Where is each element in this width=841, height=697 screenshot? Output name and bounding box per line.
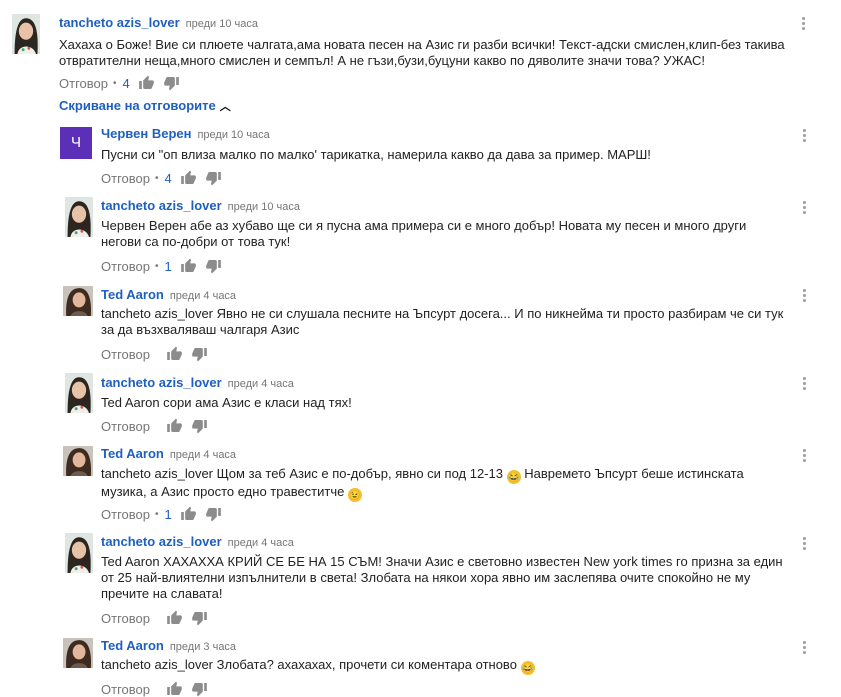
avatar[interactable] xyxy=(63,446,93,476)
comment-text: tancheto azis_lover Щом за теб Азис е по… xyxy=(101,466,789,502)
hide-replies-label: Скриване на отговорите xyxy=(59,98,216,113)
author-name[interactable]: Червен Верен xyxy=(101,126,191,141)
comment-header: Ted Aaron преди 4 часа xyxy=(101,287,236,302)
author-name[interactable]: Ted Aaron xyxy=(101,287,164,302)
timestamp[interactable]: преди 10 часа xyxy=(186,18,258,30)
timestamp[interactable]: преди 10 часа xyxy=(197,129,269,141)
comment-header: tancheto azis_lover преди 10 часа xyxy=(101,198,300,213)
separator-dot: • xyxy=(154,508,159,520)
timestamp[interactable]: преди 4 часа xyxy=(228,537,294,549)
thumb-down-icon[interactable] xyxy=(191,346,208,362)
reply-button[interactable]: Отговор xyxy=(101,259,150,274)
comment-text: Червен Верен абе аз хубаво ще си я пусна… xyxy=(101,218,747,249)
thumb-down-icon[interactable] xyxy=(191,610,208,626)
avatar[interactable]: Ч xyxy=(60,127,92,159)
thumb-up-icon[interactable] xyxy=(180,506,197,522)
separator-dot: • xyxy=(154,260,159,272)
avatar[interactable] xyxy=(63,638,93,668)
avatar[interactable] xyxy=(65,197,93,237)
timestamp[interactable]: преди 4 часа xyxy=(170,290,236,302)
comment-actions: Отговор • 1 xyxy=(101,258,230,274)
more-actions-icon[interactable] xyxy=(803,289,807,305)
comment-actions: Отговор xyxy=(101,681,216,697)
comment-text-part: tancheto azis_lover Щом за теб Азис е по… xyxy=(101,466,503,481)
reply-button[interactable]: Отговор xyxy=(101,419,150,434)
thumb-up-icon[interactable] xyxy=(138,75,155,91)
reply-button[interactable]: Отговор xyxy=(59,76,108,91)
comment-header: tancheto azis_lover преди 4 часа xyxy=(101,534,294,549)
comment-text: Ted Aaron сори ама Азис е класи над тях! xyxy=(101,395,352,410)
thumb-up-icon[interactable] xyxy=(166,681,183,697)
comment-header: Червен Верен преди 10 часа xyxy=(101,126,270,141)
comment-header: Ted Aaron преди 4 часа xyxy=(101,446,236,461)
author-name[interactable]: tancheto azis_lover xyxy=(101,375,222,390)
comment-header: tancheto azis_lover преди 10 часа xyxy=(59,15,258,30)
thumb-up-icon[interactable] xyxy=(166,610,183,626)
reply-button[interactable]: Отговор xyxy=(101,611,150,626)
separator-dot: • xyxy=(154,172,159,184)
comment-actions: Отговор • 4 xyxy=(101,170,230,186)
thumb-up-icon[interactable] xyxy=(166,346,183,362)
crying-laughing-emoji-icon: 😂 xyxy=(506,470,521,484)
comment-text-part: tancheto azis_lover Злобата? ахахахах, п… xyxy=(101,657,517,672)
reply-button[interactable]: Отговор xyxy=(101,507,150,522)
more-actions-icon[interactable] xyxy=(803,129,807,145)
timestamp[interactable]: преди 10 часа xyxy=(228,201,300,213)
comment-text: Хахаха о Боже! Вие си плюете чалгата,ама… xyxy=(59,37,785,68)
avatar[interactable] xyxy=(65,533,93,573)
timestamp[interactable]: преди 4 часа xyxy=(170,449,236,461)
reply-button[interactable]: Отговор xyxy=(101,347,150,362)
more-actions-icon[interactable] xyxy=(802,17,806,33)
thumb-up-icon[interactable] xyxy=(166,418,183,434)
timestamp[interactable]: преди 3 часа xyxy=(170,641,236,653)
avatar[interactable] xyxy=(65,373,93,413)
thumb-down-icon[interactable] xyxy=(205,170,222,186)
author-name[interactable]: Ted Aaron xyxy=(101,446,164,461)
timestamp[interactable]: преди 4 часа xyxy=(228,378,294,390)
thumb-up-icon[interactable] xyxy=(180,170,197,186)
hide-replies-button[interactable]: Скриване на отговорите ︿ xyxy=(59,98,231,114)
separator-dot: • xyxy=(112,77,117,89)
thumb-down-icon[interactable] xyxy=(163,75,180,91)
chevron-up-icon: ︿ xyxy=(219,101,231,113)
like-count: 4 xyxy=(164,170,172,186)
crying-laughing-emoji-icon: 😂 xyxy=(520,661,535,675)
like-count: 1 xyxy=(164,506,172,522)
more-actions-icon[interactable] xyxy=(803,377,807,393)
thumb-down-icon[interactable] xyxy=(205,506,222,522)
author-name[interactable]: tancheto azis_lover xyxy=(101,198,222,213)
avatar[interactable] xyxy=(12,14,40,54)
avatar-letter: Ч xyxy=(71,134,81,151)
like-count: 4 xyxy=(122,75,130,91)
avatar[interactable] xyxy=(63,286,93,316)
comment-text: Ted Aaron ХАХАХХА КРИЙ СЕ БЕ НА 15 СЪМ! … xyxy=(101,554,783,601)
thumb-down-icon[interactable] xyxy=(191,681,208,697)
author-name[interactable]: Ted Aaron xyxy=(101,638,164,653)
author-name[interactable]: tancheto azis_lover xyxy=(101,534,222,549)
more-actions-icon[interactable] xyxy=(803,449,807,465)
like-count: 1 xyxy=(164,258,172,274)
thumb-up-icon[interactable] xyxy=(180,258,197,274)
more-actions-icon[interactable] xyxy=(803,537,807,553)
comment-actions: Отговор • 1 xyxy=(101,506,230,522)
thumb-down-icon[interactable] xyxy=(191,418,208,434)
more-actions-icon[interactable] xyxy=(803,201,807,217)
comment-header: Ted Aaron преди 3 часа xyxy=(101,638,236,653)
comment-actions: Отговор xyxy=(101,418,216,434)
more-actions-icon[interactable] xyxy=(803,641,807,657)
comment-actions: Отговор xyxy=(101,346,216,362)
comment-header: tancheto azis_lover преди 4 часа xyxy=(101,375,294,390)
comment-actions: Отговор xyxy=(101,610,216,626)
reply-button[interactable]: Отговор xyxy=(101,682,150,697)
comment-text: Пусни си "оп влиза малко по малко' тарик… xyxy=(101,147,651,162)
author-name[interactable]: tancheto azis_lover xyxy=(59,15,180,30)
thumb-down-icon[interactable] xyxy=(205,258,222,274)
winking-emoji-icon: 😉 xyxy=(347,488,362,502)
reply-button[interactable]: Отговор xyxy=(101,171,150,186)
comment-text: tancheto azis_lover Злобата? ахахахах, п… xyxy=(101,657,789,675)
comment-actions: Отговор • 4 xyxy=(59,75,188,91)
comment-text: tancheto azis_lover Явно не си слушала п… xyxy=(101,306,784,337)
